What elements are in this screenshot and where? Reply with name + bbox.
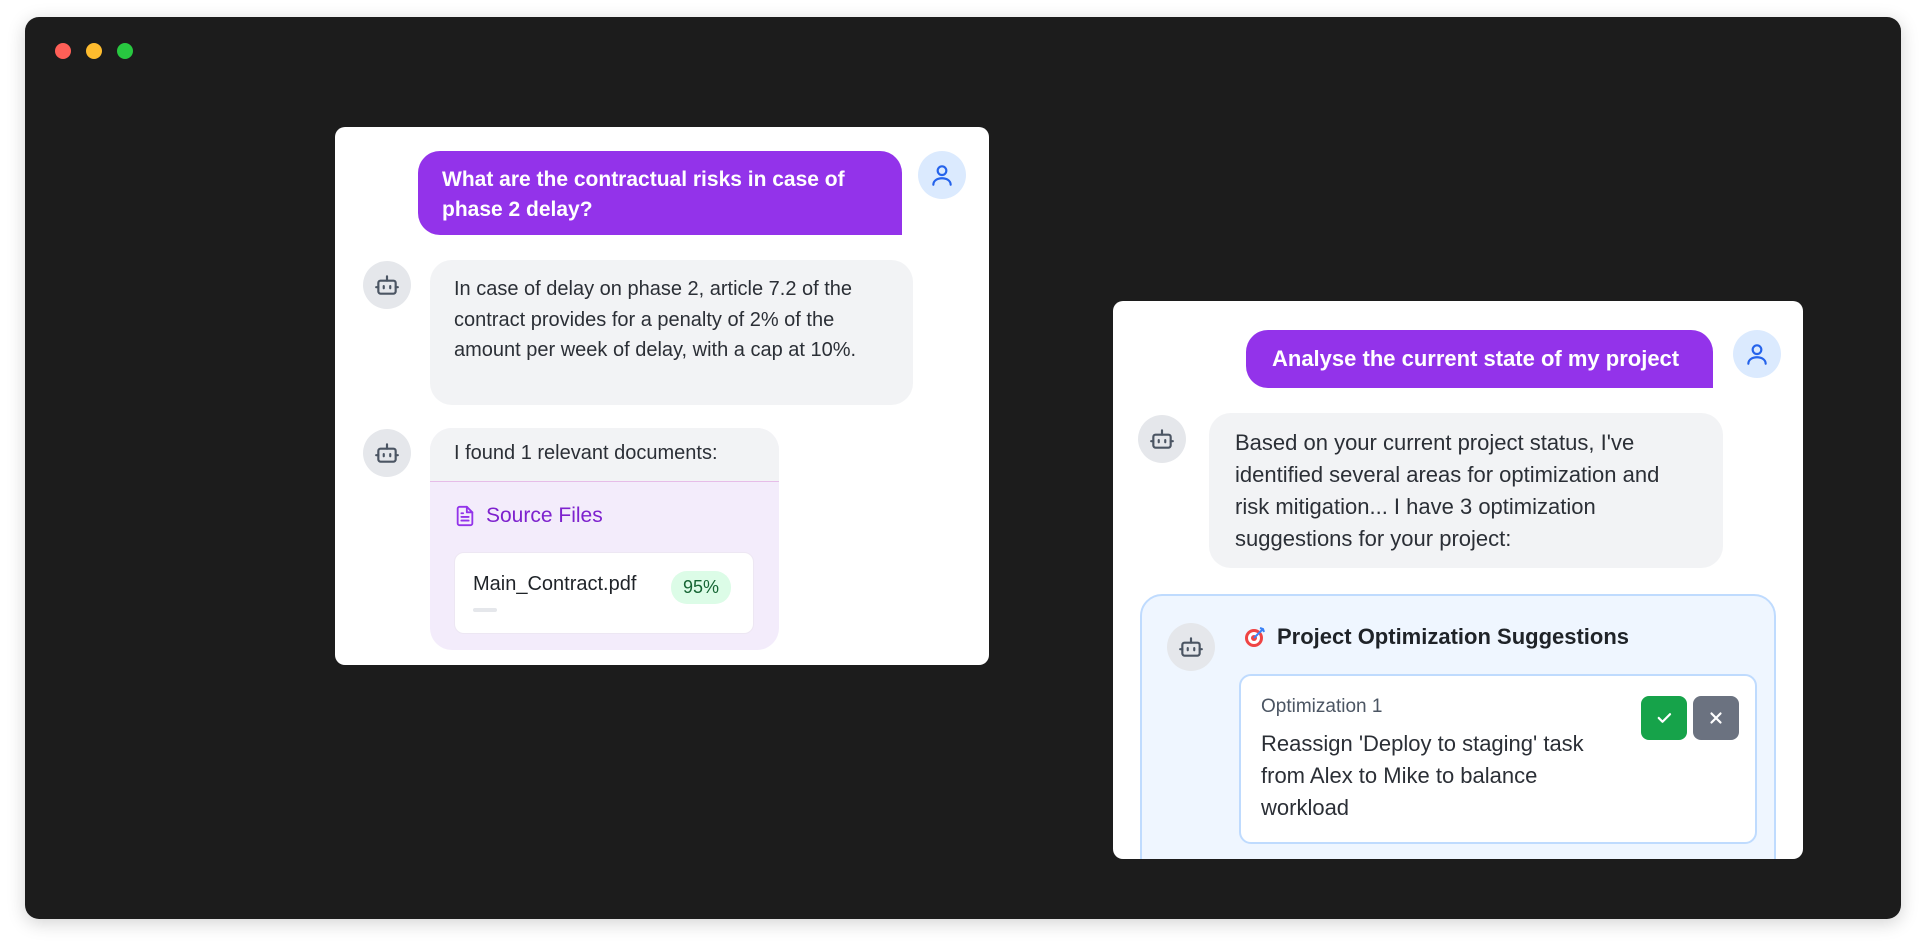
- bot-icon: [1150, 429, 1174, 449]
- accept-button[interactable]: [1641, 696, 1687, 740]
- user-avatar: [1733, 330, 1781, 378]
- bot-message: In case of delay on phase 2, article 7.2…: [430, 260, 913, 405]
- close-icon: [1710, 712, 1722, 724]
- target-icon: [1245, 627, 1265, 647]
- document-icon: [456, 505, 474, 527]
- source-file-item[interactable]: Main_Contract.pdf 95%: [454, 552, 754, 634]
- user-message: What are the contractual risks in case o…: [418, 151, 902, 235]
- source-files-header: Source Files: [454, 504, 603, 528]
- bot-avatar: [363, 429, 411, 477]
- reject-button[interactable]: [1693, 696, 1739, 740]
- contract-chat-panel: What are the contractual risks in case o…: [335, 127, 989, 665]
- optimization-description: Reassign 'Deploy to staging' task from A…: [1261, 731, 1584, 820]
- close-window-button[interactable]: [55, 43, 71, 59]
- bot-avatar: [1138, 415, 1186, 463]
- suggestions-header: Project Optimization Suggestions: [1243, 624, 1629, 650]
- bot-icon: [375, 275, 399, 295]
- optimization-item: Optimization 1 Reassign 'Deploy to stagi…: [1239, 674, 1757, 844]
- user-icon: [1747, 344, 1767, 365]
- source-files-title: Source Files: [486, 504, 603, 527]
- documents-intro: I found 1 relevant documents:: [430, 428, 779, 482]
- window-controls: [55, 43, 133, 59]
- bot-message: Based on your current project status, I'…: [1209, 413, 1723, 568]
- suggestions-title: Project Optimization Suggestions: [1277, 624, 1630, 649]
- relevance-bar: [473, 608, 497, 612]
- documents-message: I found 1 relevant documents: Source Fil…: [430, 428, 779, 650]
- user-message: Analyse the current state of my project: [1246, 330, 1713, 388]
- maximize-window-button[interactable]: [117, 43, 133, 59]
- bot-avatar: [363, 261, 411, 309]
- optimization-suggestions-card: Project Optimization Suggestions Optimiz…: [1140, 594, 1776, 859]
- check-icon: [1657, 713, 1672, 723]
- app-window: What are the contractual risks in case o…: [25, 17, 1901, 919]
- minimize-window-button[interactable]: [86, 43, 102, 59]
- optimization-label: Optimization 1: [1261, 696, 1383, 717]
- bot-icon: [1179, 637, 1203, 657]
- bot-avatar: [1167, 623, 1215, 671]
- bot-icon: [375, 443, 399, 463]
- project-chat-panel: Analyse the current state of my project …: [1113, 301, 1803, 859]
- relevance-badge: 95%: [671, 571, 732, 604]
- user-avatar: [918, 151, 966, 199]
- file-name[interactable]: Main_Contract.pdf: [473, 573, 636, 596]
- user-icon: [932, 165, 952, 186]
